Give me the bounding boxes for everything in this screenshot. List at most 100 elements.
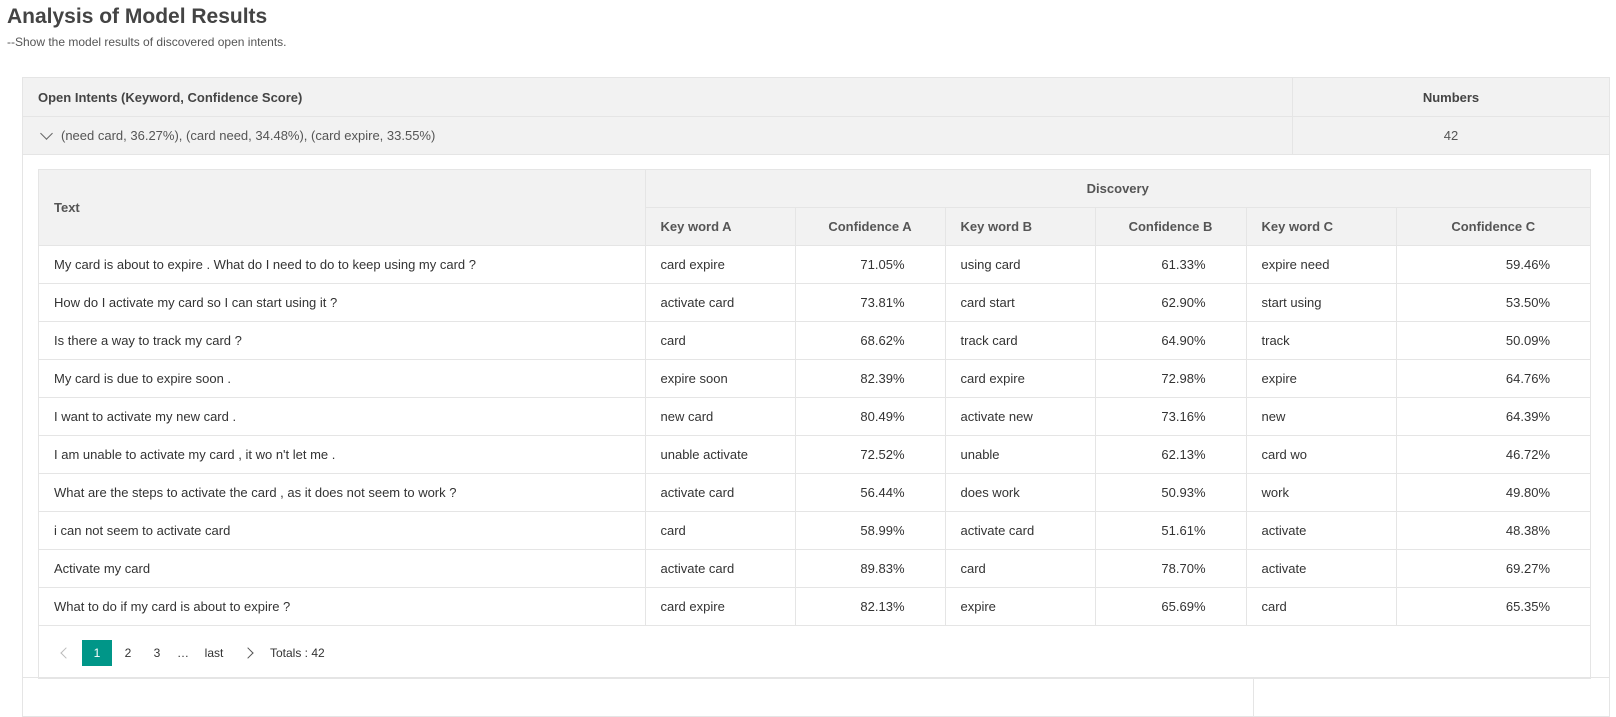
row-confidence-b: 78.70% (1094, 549, 1247, 588)
last-page-button[interactable]: last (196, 640, 232, 666)
row-confidence-b: 51.61% (1094, 511, 1247, 550)
chevron-down-icon[interactable] (40, 126, 53, 140)
row-keyword-c: activate (1245, 549, 1397, 588)
row-confidence-b: 73.16% (1094, 397, 1247, 436)
divider (23, 677, 1609, 678)
pagination-totals: Totals : 42 (270, 646, 325, 660)
row-text: Is there a way to track my card ? (39, 321, 646, 360)
row-confidence-b: 64.90% (1094, 321, 1247, 360)
row-keyword-a: activate card (644, 283, 796, 322)
row-confidence-c: 48.38% (1395, 511, 1590, 550)
open-intents-header-row: Open Intents (Keyword, Confidence Score)… (23, 78, 1609, 117)
row-confidence-a: 68.62% (794, 321, 946, 360)
page-2-button[interactable]: 2 (115, 640, 141, 666)
row-confidence-b: 50.93% (1094, 473, 1247, 512)
row-keyword-c: expire need (1245, 245, 1397, 284)
row-keyword-b: card (944, 549, 1096, 588)
row-keyword-b: card expire (944, 359, 1096, 398)
row-keyword-c: activate (1245, 511, 1397, 550)
table-row: Is there a way to track my card ? card 68.… (39, 321, 1590, 360)
row-text: What to do if my card is about to expire… (39, 587, 646, 626)
row-keyword-a: card expire (644, 587, 796, 626)
row-keyword-b: unable (944, 435, 1096, 474)
row-confidence-c: 65.35% (1395, 587, 1590, 626)
row-text: I am unable to activate my card , it wo … (39, 435, 646, 474)
open-intents-table: Open Intents (Keyword, Confidence Score)… (22, 77, 1610, 717)
table-row: I am unable to activate my card , it wo … (39, 435, 1590, 474)
header-keyword-c: Key word C (1245, 207, 1397, 246)
row-keyword-a: expire soon (644, 359, 796, 398)
divider (1253, 677, 1254, 717)
row-keyword-a: new card (644, 397, 796, 436)
row-confidence-b: 61.33% (1094, 245, 1247, 284)
table-row: What to do if my card is about to expire… (39, 587, 1590, 626)
row-confidence-c: 53.50% (1395, 283, 1590, 322)
row-keyword-a: card (644, 511, 796, 550)
row-confidence-c: 69.27% (1395, 549, 1590, 588)
row-confidence-a: 89.83% (794, 549, 946, 588)
header-confidence-b: Confidence B (1094, 207, 1247, 246)
row-confidence-c: 64.39% (1395, 397, 1590, 436)
pagination-ellipsis: … (177, 646, 189, 660)
intent-group-number: 42 (1443, 128, 1459, 143)
table-row: i can not seem to activate card card 58.99… (39, 511, 1590, 550)
row-text: Activate my card (39, 549, 646, 588)
table-row: My card is about to expire . What do I n… (39, 245, 1590, 284)
row-text: I want to activate my new card . (39, 397, 646, 436)
row-keyword-a: card (644, 321, 796, 360)
row-text: What are the steps to activate the card … (39, 473, 646, 512)
row-confidence-b: 62.90% (1094, 283, 1247, 322)
row-keyword-c: new (1245, 397, 1397, 436)
row-keyword-c: expire (1245, 359, 1397, 398)
row-confidence-b: 72.98% (1094, 359, 1247, 398)
header-confidence-a: Confidence A (794, 207, 946, 246)
row-confidence-a: 58.99% (794, 511, 946, 550)
row-keyword-b: activate new (944, 397, 1096, 436)
page-title: Analysis of Model Results (7, 5, 268, 28)
header-confidence-c: Confidence C (1395, 207, 1590, 246)
row-keyword-c: work (1245, 473, 1397, 512)
header-keyword-a: Key word A (645, 207, 796, 246)
row-keyword-b: expire (944, 587, 1096, 626)
row-text: My card is about to expire . What do I n… (39, 245, 646, 284)
row-keyword-b: card start (944, 283, 1096, 322)
row-confidence-a: 72.52% (794, 435, 946, 474)
page-1-button[interactable]: 1 (82, 640, 112, 666)
row-keyword-a: activate card (644, 473, 796, 512)
page-3-button[interactable]: 3 (144, 640, 170, 666)
row-confidence-a: 71.05% (794, 245, 946, 284)
row-keyword-a: card expire (644, 245, 796, 284)
row-keyword-b: does work (944, 473, 1096, 512)
row-confidence-b: 65.69% (1094, 587, 1247, 626)
header-text: Text (39, 170, 646, 246)
row-confidence-c: 50.09% (1395, 321, 1590, 360)
row-confidence-c: 49.80% (1395, 473, 1590, 512)
prev-page-button[interactable] (53, 640, 79, 666)
row-keyword-c: start using (1245, 283, 1397, 322)
row-text: My card is due to expire soon . (39, 359, 646, 398)
row-confidence-c: 59.46% (1395, 245, 1590, 284)
pagination: 1 2 3 … last Totals : 42 (53, 640, 325, 666)
row-confidence-a: 82.13% (794, 587, 946, 626)
intent-group-row[interactable]: (need card, 36.27%), (card need, 34.48%)… (23, 117, 1609, 155)
table-row: How do I activate my card so I can start… (39, 283, 1590, 322)
discovery-table: Text Discovery Key word A Confidence A K… (39, 170, 1590, 626)
row-confidence-a: 80.49% (794, 397, 946, 436)
chevron-right-icon (242, 647, 254, 659)
row-keyword-a: activate card (644, 549, 796, 588)
page-subtitle: --Show the model results of discovered o… (7, 35, 287, 49)
discovery-table-container: Text Discovery Key word A Confidence A K… (38, 169, 1591, 679)
table-row: Activate my card activate card 89.83% card 7… (39, 549, 1590, 588)
row-confidence-c: 46.72% (1395, 435, 1590, 474)
table-row: My card is due to expire soon . expire so… (39, 359, 1590, 398)
row-keyword-b: activate card (944, 511, 1096, 550)
table-row: What are the steps to activate the card … (39, 473, 1590, 512)
header-keyword-b: Key word B (944, 207, 1096, 246)
row-keyword-b: track card (944, 321, 1096, 360)
row-keyword-c: track (1245, 321, 1397, 360)
row-keyword-b: using card (944, 245, 1096, 284)
next-page-button[interactable] (235, 640, 261, 666)
row-text: i can not seem to activate card (39, 511, 646, 550)
row-confidence-c: 64.76% (1395, 359, 1590, 398)
table-row: I want to activate my new card . new card… (39, 397, 1590, 436)
